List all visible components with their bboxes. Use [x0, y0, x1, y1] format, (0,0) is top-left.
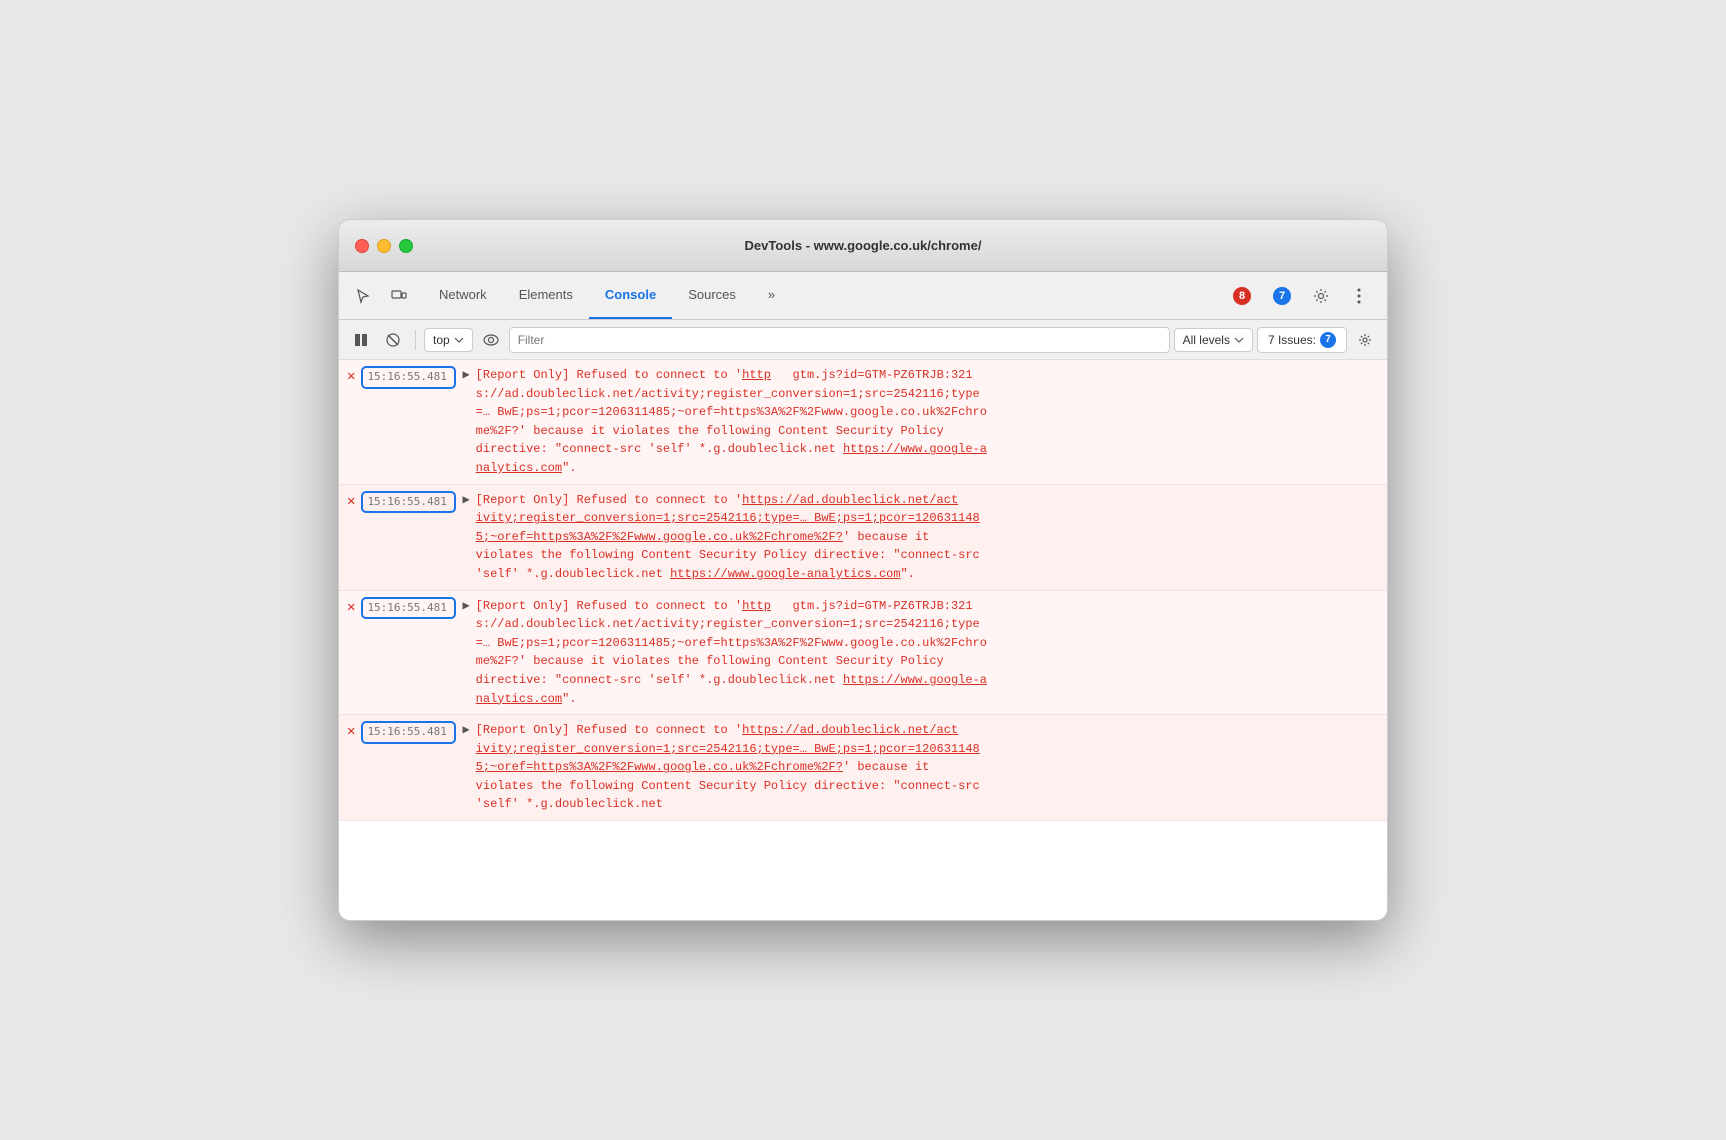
titlebar: DevTools - www.google.co.uk/chrome/ — [339, 220, 1387, 272]
entry-message-3: [Report Only] Refused to connect to 'htt… — [476, 597, 1379, 709]
devtools-window: DevTools - www.google.co.uk/chrome/ Netw… — [338, 219, 1388, 921]
console-entry: ✕ 15:16:55.481 ▶ [Report Only] Refused t… — [339, 360, 1387, 485]
tab-more[interactable]: » — [752, 272, 791, 319]
console-toolbar: top All levels 7 Issues: 7 — [339, 320, 1387, 360]
info-badge-button[interactable]: 7 — [1265, 283, 1299, 309]
context-selector[interactable]: top — [424, 328, 473, 352]
clear-icon — [386, 333, 400, 347]
tab-console-label: Console — [605, 287, 656, 302]
timestamp-4: 15:16:55.481 — [361, 721, 456, 744]
error-count-badge: 8 — [1233, 287, 1251, 305]
more-dots-icon — [1357, 288, 1361, 304]
console-entry: ✕ 15:16:55.481 ▶ [Report Only] Refused t… — [339, 591, 1387, 716]
maximize-button[interactable] — [399, 239, 413, 253]
console-settings-button[interactable] — [1351, 326, 1379, 354]
expand-arrow-1[interactable]: ▶ — [462, 366, 469, 384]
timestamp-3: 15:16:55.481 — [361, 597, 456, 620]
issues-count: 7 — [1325, 334, 1331, 345]
tab-sources-label: Sources — [688, 287, 736, 302]
expand-arrow-3[interactable]: ▶ — [462, 597, 469, 615]
issues-button[interactable]: 7 Issues: 7 — [1257, 327, 1347, 353]
tabs-right: 8 7 — [1225, 272, 1379, 319]
tabs-row: Network Elements Console Sources » 8 7 — [339, 272, 1387, 320]
tab-console[interactable]: Console — [589, 272, 672, 319]
error-badge-button[interactable]: 8 — [1225, 283, 1259, 309]
timestamp-1: 15:16:55.481 — [361, 366, 456, 389]
eye-icon — [483, 334, 499, 346]
issues-count-badge: 7 — [1320, 332, 1336, 348]
console-gear-icon — [1358, 333, 1372, 347]
entry-message-4: [Report Only] Refused to connect to 'htt… — [476, 721, 1379, 814]
tab-sources[interactable]: Sources — [672, 272, 752, 319]
expand-arrow-4[interactable]: ▶ — [462, 721, 469, 739]
console-content: ✕ 15:16:55.481 ▶ [Report Only] Refused t… — [339, 360, 1387, 920]
clear-console-button[interactable] — [379, 326, 407, 354]
levels-selector[interactable]: All levels — [1174, 328, 1253, 352]
device-icon-btn[interactable] — [383, 280, 415, 312]
filter-input[interactable] — [509, 327, 1170, 353]
eye-button[interactable] — [477, 326, 505, 354]
minimize-button[interactable] — [377, 239, 391, 253]
close-button[interactable] — [355, 239, 369, 253]
more-icon-btn[interactable] — [1343, 280, 1375, 312]
run-script-button[interactable] — [347, 326, 375, 354]
timestamp-2: 15:16:55.481 — [361, 491, 456, 514]
cursor-icon — [355, 288, 371, 304]
device-icon — [391, 288, 407, 304]
levels-label: All levels — [1183, 333, 1230, 347]
error-icon-1: ✕ — [347, 367, 355, 388]
error-icon-3: ✕ — [347, 598, 355, 619]
tab-icon-group — [347, 272, 423, 319]
issues-label: 7 Issues: — [1268, 333, 1316, 347]
window-title: DevTools - www.google.co.uk/chrome/ — [745, 238, 982, 253]
tab-elements[interactable]: Elements — [503, 272, 589, 319]
tab-network-label: Network — [439, 287, 487, 302]
run-icon — [354, 333, 368, 347]
levels-chevron-icon — [1234, 337, 1244, 343]
settings-icon-btn[interactable] — [1305, 280, 1337, 312]
context-selector-label: top — [433, 333, 450, 347]
cursor-icon-btn[interactable] — [347, 280, 379, 312]
error-count: 8 — [1239, 290, 1245, 302]
traffic-lights — [355, 239, 413, 253]
expand-arrow-2[interactable]: ▶ — [462, 491, 469, 509]
chevron-down-icon — [454, 337, 464, 343]
error-icon-4: ✕ — [347, 722, 355, 743]
console-entry: ✕ 15:16:55.481 ▶ [Report Only] Refused t… — [339, 485, 1387, 591]
error-icon-2: ✕ — [347, 492, 355, 513]
gear-icon — [1313, 288, 1329, 304]
tab-network[interactable]: Network — [423, 272, 503, 319]
info-count: 7 — [1279, 290, 1285, 302]
entry-message-2: [Report Only] Refused to connect to 'htt… — [476, 491, 1379, 584]
entry-message-1: [Report Only] Refused to connect to 'htt… — [476, 366, 1379, 478]
console-entry: ✕ 15:16:55.481 ▶ [Report Only] Refused t… — [339, 715, 1387, 821]
tab-more-label: » — [768, 287, 775, 302]
tab-elements-label: Elements — [519, 287, 573, 302]
info-count-badge: 7 — [1273, 287, 1291, 305]
toolbar-separator-1 — [415, 330, 416, 350]
